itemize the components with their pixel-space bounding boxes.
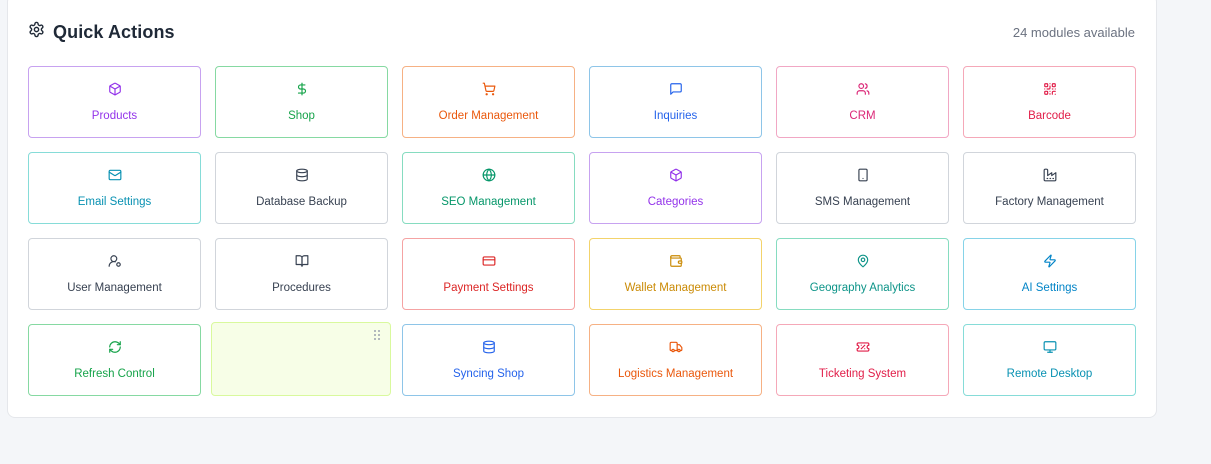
action-tile-crm[interactable]: CRM — [776, 66, 949, 138]
wallet-icon — [669, 254, 683, 268]
quick-actions-grid: Products Shop Order Management Inquiries CRM… — [28, 66, 1136, 396]
truck-icon — [669, 340, 683, 354]
database-icon — [482, 340, 496, 354]
dollar-icon — [295, 82, 309, 96]
pin-icon — [856, 254, 870, 268]
action-tile-ticketing-system[interactable]: Ticketing System — [776, 324, 949, 396]
modules-count: 24 modules available — [1012, 24, 1135, 40]
action-tile-email-settings[interactable]: Email Settings — [28, 152, 201, 224]
action-tile-label: SMS Management — [814, 195, 911, 208]
action-tile-seo-management[interactable]: SEO Management — [402, 152, 575, 224]
action-tile-syncing-shop[interactable]: Syncing Shop — [402, 324, 575, 396]
action-tile-label: Factory Management — [995, 195, 1104, 208]
monitor-icon — [1043, 340, 1057, 354]
action-tile-ai-settings[interactable]: AI Settings — [963, 238, 1136, 310]
cart-icon — [482, 82, 496, 96]
action-tile-label: Syncing Shop — [453, 367, 524, 380]
action-tile-order-management[interactable]: Order Management — [402, 66, 575, 138]
action-tile-label: Procedures — [272, 281, 331, 294]
action-tile-label: Payment Settings — [443, 281, 534, 294]
qr-icon — [1043, 82, 1057, 96]
globe-icon — [482, 168, 496, 182]
action-tile-refresh-control[interactable]: Refresh Control — [28, 324, 201, 396]
action-tile-procedures[interactable]: Procedures — [215, 238, 388, 310]
page-title: Quick Actions — [53, 21, 175, 42]
ticket-icon — [856, 340, 870, 354]
action-tile-payment-settings[interactable]: Payment Settings — [402, 238, 575, 310]
book-icon — [295, 254, 309, 268]
action-tile-label: CRM — [849, 109, 876, 122]
action-tile-categories[interactable]: Categories — [589, 152, 762, 224]
action-tile-label: Refresh Control — [74, 367, 155, 380]
action-tile-logistics-management[interactable]: Logistics Management — [589, 324, 762, 396]
action-tile-label: Categories — [647, 195, 704, 208]
action-tile-geography-analytics[interactable]: Geography Analytics — [776, 238, 949, 310]
message-icon — [669, 82, 683, 96]
gear-icon — [28, 21, 45, 43]
action-tile-label: AI Settings — [1021, 281, 1078, 294]
action-tile-label: Barcode — [1028, 109, 1071, 122]
title-group: Quick Actions — [28, 21, 175, 43]
action-tile-wallet-management[interactable]: Wallet Management — [589, 238, 762, 310]
card-icon — [482, 254, 496, 268]
action-tile-dragging-tile[interactable] — [211, 322, 391, 396]
action-tile-shop[interactable]: Shop — [215, 66, 388, 138]
action-tile-label: Logistics Management — [617, 367, 734, 380]
action-tile-label: Inquiries — [653, 109, 698, 122]
action-tile-barcode[interactable]: Barcode — [963, 66, 1136, 138]
bolt-icon — [1043, 254, 1057, 268]
action-tile-database-backup[interactable]: Database Backup — [215, 152, 388, 224]
factory-icon — [1043, 168, 1057, 182]
users-icon — [856, 82, 870, 96]
box-icon — [669, 168, 683, 182]
action-tile-label: Remote Desktop — [1006, 367, 1093, 380]
action-tile-label: Database Backup — [256, 195, 347, 208]
action-tile-remote-desktop[interactable]: Remote Desktop — [963, 324, 1136, 396]
action-tile-sms-management[interactable]: SMS Management — [776, 152, 949, 224]
action-tile-label: SEO Management — [441, 195, 536, 208]
action-tile-label: User Management — [67, 281, 162, 294]
action-tile-user-management[interactable]: User Management — [28, 238, 201, 310]
phone-icon — [856, 168, 870, 182]
box-icon — [108, 82, 122, 96]
action-tile-label: Ticketing System — [818, 367, 907, 380]
action-tile-label: Products — [91, 109, 138, 122]
quick-actions-header: Quick Actions 24 modules available — [28, 20, 1135, 44]
mail-icon — [108, 168, 122, 182]
action-tile-label: Wallet Management — [624, 281, 727, 294]
refresh-icon — [108, 340, 122, 354]
drag-handle-icon[interactable] — [373, 328, 381, 340]
user-gear-icon — [108, 254, 122, 268]
action-tile-label: Geography Analytics — [809, 281, 916, 294]
action-tile-inquiries[interactable]: Inquiries — [589, 66, 762, 138]
database-icon — [295, 168, 309, 182]
action-tile-products[interactable]: Products — [28, 66, 201, 138]
action-tile-label: Email Settings — [77, 195, 152, 208]
action-tile-label: Shop — [288, 109, 315, 122]
action-tile-label: Order Management — [438, 109, 539, 122]
action-tile-factory-management[interactable]: Factory Management — [963, 152, 1136, 224]
